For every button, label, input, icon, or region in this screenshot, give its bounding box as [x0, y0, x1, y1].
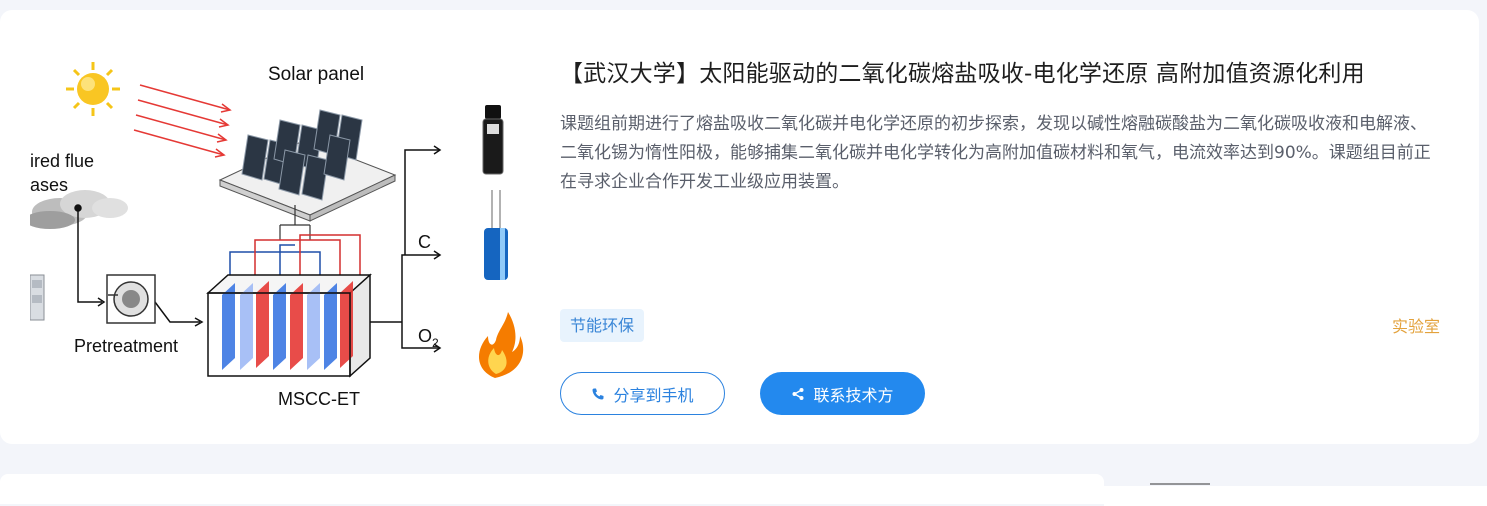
share-button-label: 分享到手机 [613, 385, 694, 405]
solar-panel-icon [218, 109, 397, 222]
technology-figure: Solar panel ired flue ases Pretreatment … [30, 40, 530, 425]
electrolysis-cell-icon [206, 273, 372, 378]
sidebar-heading-fragment [1150, 483, 1210, 491]
oxygen-label: O [418, 326, 432, 346]
pretreatment-icon [106, 274, 156, 324]
carbon-vial-icon [482, 105, 504, 175]
capacitor-icon [484, 190, 508, 280]
sunlight-rays [133, 84, 232, 158]
phone-icon [591, 387, 605, 401]
pretreatment-label: Pretreatment [74, 336, 178, 356]
carbon-label: C [418, 232, 431, 252]
contact-tech-party-button[interactable]: 联系技术方 [760, 372, 925, 415]
svg-text:O2: O2 [418, 326, 439, 350]
oxygen-subscript: 2 [432, 336, 439, 350]
factory-icon [30, 274, 45, 321]
contact-button-label: 联系技术方 [813, 385, 894, 405]
source-category: 实验室 [1391, 317, 1440, 336]
sun-icon [66, 62, 120, 116]
share-icon [791, 387, 805, 401]
card-description: 课题组前期进行了熔盐吸收二氧化碳并电化学还原的初步探索，发现以碱性熔融碳酸盐为二… [560, 114, 1431, 192]
solar-panel-label: Solar panel [268, 64, 364, 85]
flue-gas-label-line1: ired flue [30, 151, 94, 171]
share-to-phone-button[interactable]: 分享到手机 [560, 372, 725, 415]
card-content: 【武汉大学】太阳能驱动的二氧化碳熔盐吸收-电化学还原 高附加值资源化利用 课题组… [560, 58, 1450, 197]
flame-icon [478, 312, 524, 378]
next-card-top [0, 474, 1104, 504]
technology-card[interactable]: Solar panel ired flue ases Pretreatment … [0, 10, 1479, 444]
card-title[interactable]: 【武汉大学】太阳能驱动的二氧化碳熔盐吸收-电化学还原 高附加值资源化利用 [560, 58, 1450, 90]
flue-gas-label-line2: ases [30, 175, 68, 195]
cell-label: MSCC-ET [278, 389, 360, 409]
industry-tag[interactable]: 节能环保 [560, 309, 645, 342]
